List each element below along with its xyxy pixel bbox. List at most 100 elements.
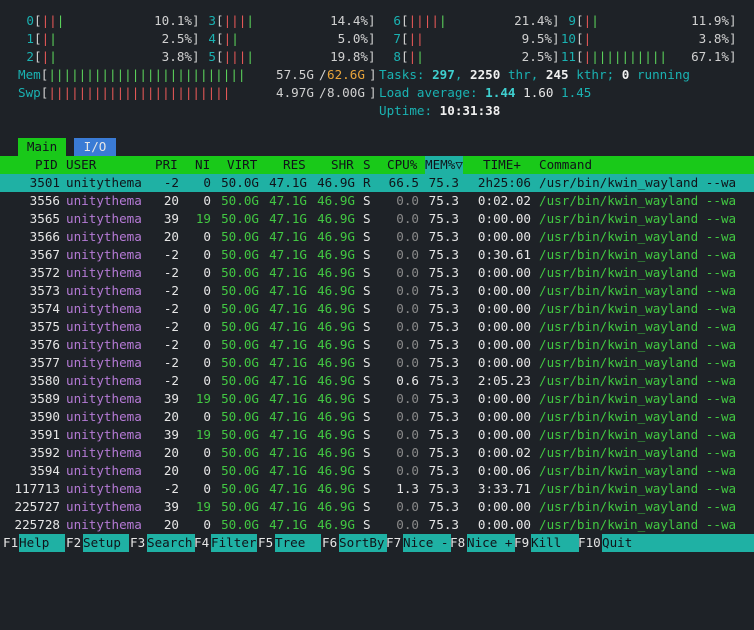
fkey-f2[interactable]: F2 [66, 534, 81, 552]
cell-time: 0:00.06 [477, 463, 531, 478]
process-row[interactable]: 117713 unitythema -2 0 50.0G 47.1G 46.9G S 1.3 75… [0, 480, 754, 498]
process-row[interactable]: 3580 unitythema -2 0 50.0G 47.1G 46.9G S 0.6 75.3… [0, 372, 754, 390]
fkey-f5[interactable]: F5 [258, 534, 273, 552]
fkey-f9[interactable]: F9 [514, 534, 529, 552]
fkey-label-f7[interactable]: Nice - [403, 534, 451, 552]
cpu-bracket-open: [ [401, 13, 409, 28]
cpu-percent: 3.8% [161, 49, 192, 64]
cpu-bar-segment: | [56, 13, 65, 28]
cell-mem: 75.3 [428, 427, 459, 442]
cpu-percent: 11.9% [691, 13, 729, 28]
cell-time: 2:05.23 [477, 373, 531, 388]
cpu-percent: 5.0% [337, 31, 368, 46]
process-row[interactable]: 3594 unitythema 20 0 50.0G 47.1G 46.9G S 0.0 75.3… [0, 462, 754, 480]
cell-time: 0:00.00 [477, 517, 531, 532]
cell-pid: 3591 [29, 427, 60, 442]
process-row[interactable]: 3565 unitythema 39 19 50.0G 47.1G 46.9G S 0.0 75.… [0, 210, 754, 228]
process-row[interactable]: 3566 unitythema 20 0 50.0G 47.1G 46.9G S 0.0 75.3… [0, 228, 754, 246]
cell-time: 0:00.00 [477, 283, 531, 298]
process-row[interactable]: 3590 unitythema 20 0 50.0G 47.1G 46.9G S 0.0 75.3… [0, 408, 754, 426]
cell-pid: 3580 [29, 373, 60, 388]
col-time[interactable]: TIME+ [483, 156, 521, 174]
cpu-percent: 9.5% [521, 31, 552, 46]
cell-time: 0:00.00 [477, 319, 531, 334]
tab-io[interactable]: I/O [74, 138, 116, 156]
tasks-label: Tasks: [379, 67, 425, 82]
load-1: 1.44 [485, 85, 516, 100]
col-s[interactable]: S [363, 156, 371, 174]
col-ni[interactable]: NI [195, 156, 210, 174]
process-row[interactable]: 3591 unitythema 39 19 50.0G 47.1G 46.9G S 0.0 75.… [0, 426, 754, 444]
swp-meter: Swp[|||||||||||||||||||||||| 4.97G/8.00G] [18, 85, 377, 100]
cell-pid: 117713 [14, 481, 61, 496]
fkey-f4[interactable]: F4 [194, 534, 209, 552]
process-row[interactable]: 3556 unitythema 20 0 50.0G 47.1G 46.9G S 0.0 75.3… [0, 192, 754, 210]
process-row[interactable]: 3501 unitythema -2 0 50.0G 47.1G 46.9G R 66.5 75.… [0, 174, 754, 192]
cell-cmd: /usr/bin/kwin_wayland --wa [539, 463, 737, 478]
uptime-line: Uptime: 10:31:38 [379, 102, 500, 120]
fkey-label-f10[interactable]: Quit [602, 534, 754, 552]
cell-cmd: /usr/bin/kwin_wayland --wa [539, 445, 737, 460]
cell-mem: 75.3 [428, 319, 459, 334]
process-row[interactable]: 3575 unitythema -2 0 50.0G 47.1G 46.9G S 0.0 75.3… [0, 318, 754, 336]
fkey-f8[interactable]: F8 [450, 534, 465, 552]
fkey-label-f8[interactable]: Nice + [467, 534, 515, 552]
fkey-f10[interactable]: F10 [578, 534, 601, 552]
cpu-meter-0: 0[||| [18, 12, 64, 30]
cell-time: 0:00.00 [477, 427, 531, 442]
col-res[interactable]: RES [283, 156, 306, 174]
process-row[interactable]: 3567 unitythema -2 0 50.0G 47.1G 46.9G S 0.0 75.3… [0, 246, 754, 264]
cell-time: 0:02.02 [477, 193, 531, 208]
cpu-bar-segment: | [49, 31, 57, 46]
process-row[interactable]: 225727 unitythema 39 19 50.0G 47.1G 46.9G S 0.0 7… [0, 498, 754, 516]
swp-used: 4.97G [276, 85, 314, 100]
cpu-bracket-close: ] [729, 13, 737, 28]
cell-pid: 3574 [29, 301, 60, 316]
fkey-label-f4[interactable]: Filter [211, 534, 257, 552]
cell-mem: 75.3 [428, 373, 459, 388]
cpu-meter-1: 1[|| [18, 30, 57, 48]
fkey-label-f9[interactable]: Kill [531, 534, 579, 552]
cpu-id: 6 [393, 13, 401, 28]
col-pid[interactable]: PID [35, 156, 58, 174]
process-row[interactable]: 3573 unitythema -2 0 50.0G 47.1G 46.9G S 0.0 75.3… [0, 282, 754, 300]
tab-main[interactable]: Main [18, 138, 66, 156]
process-row[interactable]: 3572 unitythema -2 0 50.0G 47.1G 46.9G S 0.0 75.3… [0, 264, 754, 282]
cell-time: 0:00.00 [477, 355, 531, 370]
process-row[interactable]: 3592 unitythema 20 0 50.0G 47.1G 46.9G S 0.0 75.3… [0, 444, 754, 462]
fkey-label-f1[interactable]: Help [19, 534, 65, 552]
process-row[interactable]: 3589 unitythema 39 19 50.0G 47.1G 46.9G S 0.0 75.… [0, 390, 754, 408]
col-cpu[interactable]: CPU% [387, 156, 417, 174]
fkey-label-f6[interactable]: SortBy [339, 534, 387, 552]
process-row[interactable]: 3577 unitythema -2 0 50.0G 47.1G 46.9G S 0.0 75.3… [0, 354, 754, 372]
cpu-percent: 14.4% [330, 13, 368, 28]
col-virt[interactable]: VIRT [227, 156, 257, 174]
cpu-id: 11 [560, 49, 576, 64]
cpu-bracket-open: [ [576, 13, 584, 28]
cell-mem: 75.3 [428, 481, 459, 496]
cell-pid: 3592 [29, 445, 60, 460]
cpu-bracket-open: [ [216, 49, 224, 64]
cell-pid: 3573 [29, 283, 60, 298]
cpu-meter-9: 9[|| [560, 12, 598, 30]
fkey-f6[interactable]: F6 [322, 534, 337, 552]
col-shr[interactable]: SHR [331, 156, 354, 174]
cpu-bracket-open: [ [34, 49, 42, 64]
cpu-bracket-close: ] [729, 49, 737, 64]
col-mem[interactable]: MEM%▽ [425, 156, 463, 174]
cpu-id: 9 [568, 13, 576, 28]
col-user[interactable]: USER [66, 156, 96, 174]
fkey-f3[interactable]: F3 [130, 534, 145, 552]
fkey-label-f3[interactable]: Search [147, 534, 195, 552]
fkey-f7[interactable]: F7 [386, 534, 401, 552]
fkey-label-f5[interactable]: Tree [275, 534, 321, 552]
cpu-bar-segment: ||| [223, 49, 247, 64]
fkey-label-f2[interactable]: Setup [83, 534, 129, 552]
col-command[interactable]: Command [539, 156, 592, 174]
col-pri[interactable]: PRI [155, 156, 178, 174]
fkey-f1[interactable]: F1 [3, 534, 18, 552]
cpu-meter-10: 10[| [560, 30, 591, 48]
process-row[interactable]: 3576 unitythema -2 0 50.0G 47.1G 46.9G S 0.0 75.3… [0, 336, 754, 354]
process-row[interactable]: 3574 unitythema -2 0 50.0G 47.1G 46.9G S 0.0 75.3… [0, 300, 754, 318]
process-row[interactable]: 225728 unitythema 20 0 50.0G 47.1G 46.9G S 0.0 75… [0, 516, 754, 534]
